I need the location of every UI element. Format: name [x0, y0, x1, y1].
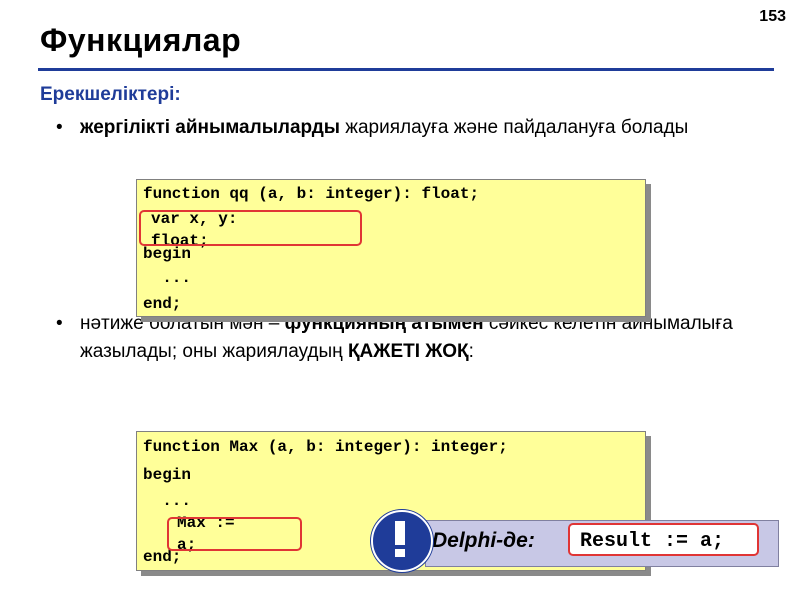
subtitle: Ерекшеліктері: [40, 84, 181, 105]
bullet-result-value: • нәтиже болатын мән – функцияның атымен… [56, 310, 766, 366]
code-block-qq: function qq (a, b: integer): float; begi… [136, 179, 646, 317]
bullet-colon: : [468, 341, 474, 362]
code-line: begin [143, 466, 192, 484]
var-highlight [139, 210, 362, 246]
delphi-result-code: Result := a; [568, 523, 759, 556]
max-highlight [167, 517, 302, 551]
bullet-bold-text: жергілікті айнымалыларды [80, 117, 340, 138]
code-line: function Max (a, b: integer): integer; [143, 438, 508, 456]
page-number: 153 [759, 8, 786, 25]
exclamation-icon-dot [395, 549, 405, 557]
code-line: end; [143, 295, 182, 313]
slide-title: Функциялар [40, 22, 242, 58]
bullet-dot: • [56, 313, 63, 334]
bullet-local-variables: • жергілікті айнымалыларды жариялауға жә… [56, 114, 766, 142]
bullet-text: нәтиже болатын мән – функцияның атымен с… [80, 310, 766, 366]
bullet-text: жергілікті айнымалыларды жариялауға және… [80, 114, 766, 142]
code-line: ... [143, 492, 192, 510]
delphi-label: Delphi-де: [432, 529, 535, 552]
title-divider [38, 68, 774, 71]
bullet-dot: • [56, 117, 63, 138]
code-line: function qq (a, b: integer): float; [143, 185, 480, 203]
code-line: ... [143, 269, 192, 287]
bullet-rest-text: жариялауға және пайдалануға болады [339, 117, 689, 138]
bullet-bold-end-text: ҚАЖЕТІ ЖОҚ [347, 341, 469, 362]
exclamation-icon-bar [395, 521, 405, 545]
